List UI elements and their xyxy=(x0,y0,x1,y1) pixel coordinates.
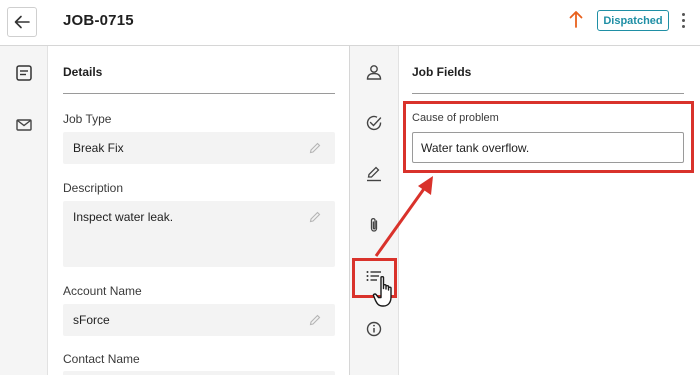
job-fields-title: Job Fields xyxy=(412,65,472,79)
job-title: JOB-0715 xyxy=(63,12,134,29)
job-type-value: Break Fix xyxy=(73,141,124,155)
left-rail xyxy=(0,46,48,375)
back-arrow-icon xyxy=(14,15,30,29)
description-label: Description xyxy=(63,181,124,195)
job-fields-divider xyxy=(412,93,684,94)
paperclip-icon[interactable] xyxy=(365,216,383,234)
hand-cursor-icon xyxy=(372,275,392,307)
arrow-up-icon xyxy=(569,10,583,33)
status-badge: Dispatched xyxy=(597,10,669,31)
account-name-value: sForce xyxy=(73,313,110,327)
back-button[interactable] xyxy=(7,7,37,37)
job-type-field[interactable]: Break Fix xyxy=(63,132,335,164)
details-divider xyxy=(63,93,335,94)
more-options-icon[interactable] xyxy=(680,13,686,31)
contact-name-field[interactable] xyxy=(63,371,335,375)
check-circle-icon[interactable] xyxy=(365,114,383,132)
description-value: Inspect water leak. xyxy=(73,210,174,224)
pen-icon[interactable] xyxy=(365,165,383,183)
cause-of-problem-label: Cause of problem xyxy=(412,112,499,124)
details-icon[interactable] xyxy=(15,64,33,82)
info-icon[interactable] xyxy=(365,320,383,338)
job-type-label: Job Type xyxy=(63,112,112,126)
pencil-icon[interactable] xyxy=(309,314,321,326)
person-icon[interactable] xyxy=(365,63,383,81)
account-name-label: Account Name xyxy=(63,284,142,298)
contact-name-label: Contact Name xyxy=(63,352,140,366)
mail-icon[interactable] xyxy=(15,116,33,134)
cause-of-problem-input[interactable] xyxy=(412,132,684,163)
pencil-icon[interactable] xyxy=(309,211,321,223)
description-field[interactable]: Inspect water leak. xyxy=(63,201,335,267)
job-sections-rail xyxy=(349,46,399,375)
job-fields-panel: Job Fields xyxy=(400,46,700,375)
account-name-field[interactable]: sForce xyxy=(63,304,335,336)
pencil-icon[interactable] xyxy=(309,142,321,154)
header-bar: JOB-0715 Dispatched xyxy=(0,0,700,46)
details-title: Details xyxy=(63,65,103,79)
details-panel: Details Job Type Break Fix Description I… xyxy=(49,46,349,375)
